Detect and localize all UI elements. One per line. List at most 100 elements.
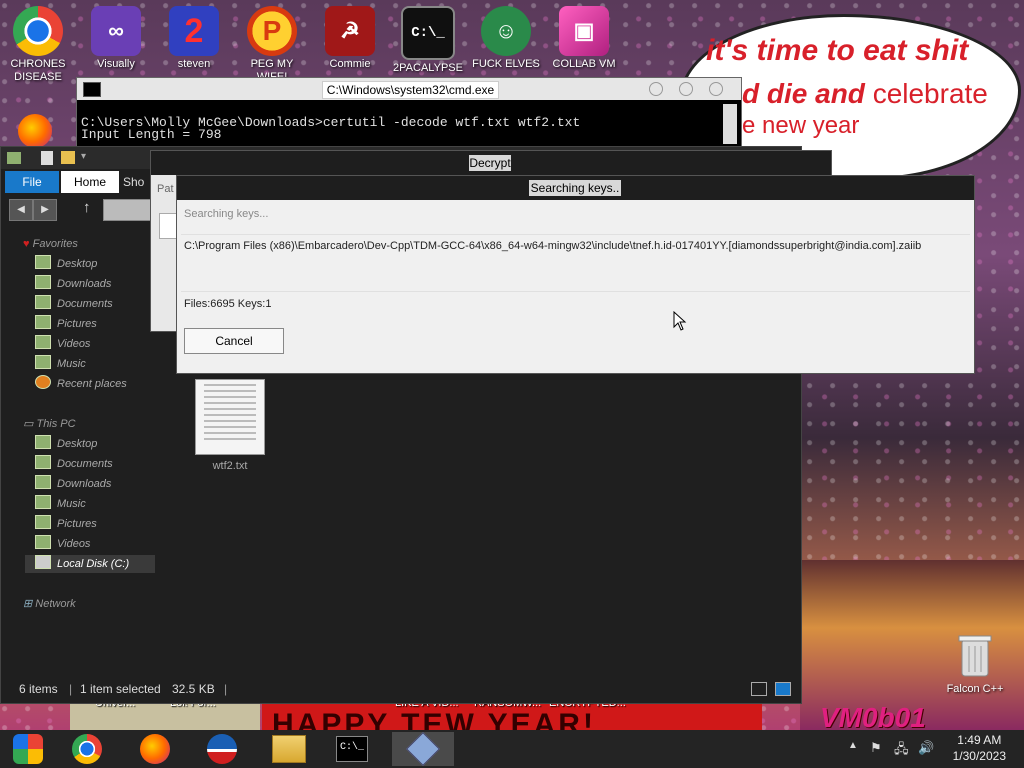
obama-icon (207, 734, 237, 764)
desktop-icon-commie[interactable]: ☭ Commie (312, 6, 388, 71)
folder-icon (35, 475, 51, 489)
searching-keys-titlebar[interactable]: Searching keys.. (177, 176, 974, 200)
nav-item-documents[interactable]: Documents (35, 295, 113, 313)
nav-item-downloads[interactable]: Downloads (35, 275, 111, 293)
taskbar-chrome[interactable] (65, 732, 109, 766)
nav-item-pc-desktop[interactable]: Desktop (35, 435, 97, 453)
up-arrow-icon[interactable]: ↑ (83, 199, 91, 216)
desktop-icon-visually[interactable]: ∞ Visually (78, 6, 154, 71)
new-folder-icon[interactable] (61, 151, 75, 164)
details-view-icon[interactable] (751, 682, 767, 696)
folder-icon (35, 355, 51, 369)
decrypt-path-label: Pat (157, 183, 174, 195)
searching-keys-title: Searching keys.. (529, 180, 621, 196)
desktop-icon-steven[interactable]: 2 steven (156, 6, 232, 71)
nav-item-local-disk[interactable]: Local Disk (C:) (25, 555, 155, 573)
clock-date: 1/30/2023 (952, 749, 1006, 763)
this-pc-header[interactable]: ▭ This PC (23, 415, 76, 433)
taskbar-file-explorer[interactable] (267, 732, 311, 766)
taskbar-firefox[interactable] (133, 732, 177, 766)
taskbar-cmd[interactable]: C:\_ (330, 732, 374, 766)
nav-item-label: Recent places (57, 378, 127, 390)
desktop-icon-label: steven (177, 58, 211, 70)
nav-item-label: Pictures (57, 318, 97, 330)
folder-icon (35, 315, 51, 329)
cmd-scrollbar[interactable] (723, 104, 737, 144)
desktop-icon-firefox-partial[interactable] (0, 114, 76, 148)
folder-icon (35, 455, 51, 469)
current-file-path: C:\Program Files (x86)\Embarcadero\Dev-C… (184, 240, 922, 252)
nav-item-pc-music[interactable]: Music (35, 495, 86, 513)
speech-text-line1: it's time to eat shit (706, 34, 969, 67)
desktop-icon-label: COLLAB VM (552, 58, 616, 70)
cmd-titlebar[interactable]: C:\Windows\system32\cmd.exe (77, 78, 741, 100)
nav-item-pictures[interactable]: Pictures (35, 315, 97, 333)
file-name[interactable]: wtf2.txt (195, 460, 265, 472)
taskbar-obama[interactable] (200, 732, 244, 766)
text-file-icon[interactable] (195, 379, 265, 455)
decrypt-titlebar[interactable]: Decrypt (151, 151, 831, 175)
network-header[interactable]: ⊞ Network (23, 595, 76, 613)
chevron-down-icon[interactable]: ▾ (81, 151, 86, 162)
steven-icon: 2 (169, 6, 219, 56)
start-button[interactable] (6, 732, 50, 766)
minimize-icon[interactable] (649, 82, 663, 96)
taskbar-decrypt[interactable] (392, 732, 454, 766)
folder-icon (35, 535, 51, 549)
nav-item-pc-videos[interactable]: Videos (35, 535, 90, 553)
recycle-bin-icon[interactable] (950, 632, 1000, 680)
desktop-icon-chrones-disease[interactable]: CHRONES DISEASE (0, 6, 76, 84)
volume-icon[interactable]: 🔊 (918, 740, 934, 756)
large-icons-view-icon[interactable] (775, 682, 791, 696)
banner-text: HAPPY TEW YEAR! (272, 708, 596, 730)
show-hidden-icons[interactable]: ▲ (848, 740, 858, 751)
tab-file[interactable]: File (5, 171, 59, 193)
nav-item-pc-downloads[interactable]: Downloads (35, 475, 111, 493)
status-selected: 1 item selected (80, 682, 161, 696)
network-tray-icon[interactable]: 🖧 (894, 740, 909, 762)
back-button[interactable]: ◀ (9, 199, 33, 221)
cancel-button[interactable]: Cancel (184, 328, 284, 354)
properties-icon[interactable] (41, 151, 53, 165)
system-clock[interactable]: 1:49 AM 1/30/2023 (953, 732, 1006, 764)
folder-icon (7, 152, 21, 164)
network-icon: ⊞ (23, 598, 33, 610)
folder-icon (35, 295, 51, 309)
decrypt-app-icon (406, 732, 440, 766)
cmd-output-line: Input Length = 798 (81, 127, 222, 142)
nav-item-label: Videos (57, 538, 91, 550)
status-bar: 6 items | 1 item selected 32.5 KB | (1, 677, 801, 701)
nav-item-pc-pictures[interactable]: Pictures (35, 515, 97, 533)
favorites-header[interactable]: ♥ Favorites (23, 235, 78, 253)
status-item-count: 6 items (19, 682, 58, 696)
nav-item-label: Desktop (57, 438, 98, 450)
tab-home[interactable]: Home (61, 171, 119, 193)
desktop-icon-label: FUCK ELVES (472, 58, 540, 70)
nav-item-label: Desktop (57, 258, 98, 270)
decrypt-title: Decrypt (469, 155, 511, 171)
drive-icon (35, 555, 51, 569)
forward-button[interactable]: ▶ (33, 199, 57, 221)
desktop-icon-2pacalypse[interactable]: C:\_ 2PACALYPSE (390, 6, 466, 75)
cmd-window[interactable]: C:\Windows\system32\cmd.exe C:\Users\Mol… (76, 77, 742, 149)
searching-keys-dialog[interactable]: Searching keys.. Searching keys... C:\Pr… (176, 175, 975, 374)
mouse-cursor-icon (673, 310, 687, 336)
desktop-icon-fuck-elves[interactable]: ☺ FUCK ELVES (468, 6, 544, 71)
flag-icon[interactable]: ⚑ (870, 740, 882, 756)
recycle-bin-label: Falcon C++ (946, 683, 1004, 695)
divider (181, 291, 970, 292)
maximize-icon[interactable] (679, 82, 693, 96)
this-pc-label: This PC (36, 418, 76, 430)
favorites-label: Favorites (32, 238, 78, 250)
nav-item-pc-documents[interactable]: Documents (35, 455, 113, 473)
nav-item-recent-places[interactable]: Recent places (35, 375, 127, 393)
desktop-icon-peg-my-wife[interactable]: P PEG MY WIFE! (234, 6, 310, 84)
nav-item-videos[interactable]: Videos (35, 335, 90, 353)
address-field[interactable] (103, 199, 153, 221)
close-icon[interactable] (709, 82, 723, 96)
computer-icon: ▭ (23, 418, 34, 430)
visual-studio-icon: ∞ (91, 6, 141, 56)
desktop-icon-collab-vm[interactable]: ▣ COLLAB VM (546, 6, 622, 71)
nav-item-desktop[interactable]: Desktop (35, 255, 97, 273)
nav-item-music[interactable]: Music (35, 355, 86, 373)
